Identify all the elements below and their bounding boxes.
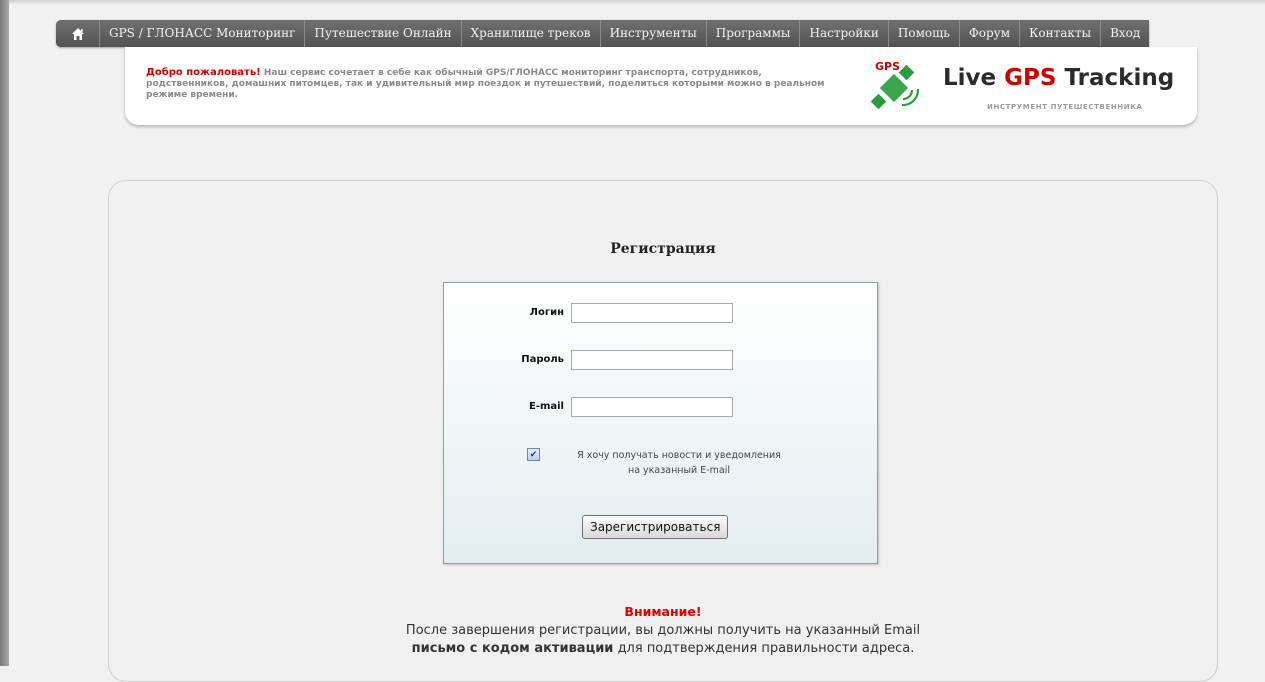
email-label: E-mail (528, 401, 564, 412)
password-input[interactable] (571, 350, 733, 370)
nav-programs[interactable]: Программы (706, 20, 801, 47)
newsletter-label: Я хочу получать новости и уведомления на… (544, 448, 814, 478)
notice-line1: После завершения регистрации, вы должны … (405, 623, 921, 638)
registration-form: Логин Пароль E-mail ✔ Я хочу получать но… (443, 282, 878, 564)
nav-contacts[interactable]: Контакты (1020, 20, 1102, 47)
logo-tracking: Tracking (1064, 65, 1175, 91)
newsletter-label-line1: Я хочу получать новости и уведомления (577, 450, 781, 461)
logo-live: Live (943, 65, 997, 91)
nav-home[interactable] (56, 20, 100, 47)
login-input[interactable] (571, 303, 733, 323)
nav-track-storage[interactable]: Хранилище треков (461, 20, 601, 47)
site-header: Добро пожаловать! Наш сервис сочетает в … (125, 47, 1197, 125)
email-input[interactable] (571, 397, 733, 417)
main-content: Регистрация Логин Пароль E-mail ✔ Я хочу… (108, 180, 1218, 682)
nav-gps-monitoring[interactable]: GPS / ГЛОНАСС Мониторинг (100, 20, 306, 47)
notice-line2: письмо с кодом активации для подтвержден… (109, 640, 1217, 658)
nav-forum[interactable]: Форум (959, 20, 1021, 47)
password-label: Пароль (521, 354, 564, 365)
notice-line2-bold: письмо с кодом активации (411, 641, 614, 656)
newsletter-label-line2: на указанный E-mail (627, 465, 730, 476)
main-nav: GPS / ГЛОНАСС Мониторинг Путешествие Онл… (56, 20, 1150, 47)
nav-settings[interactable]: Настройки (800, 20, 889, 47)
logo-badge-text: GPS (875, 60, 900, 73)
login-label: Логин (529, 307, 564, 318)
welcome-greeting: Добро пожаловать! (146, 67, 261, 78)
checkmark-icon: ✔ (529, 449, 538, 460)
newsletter-checkbox[interactable]: ✔ (527, 448, 540, 461)
logo-gps: GPS (1004, 65, 1057, 91)
nav-login[interactable]: Вход (1101, 20, 1150, 47)
nav-travel-online[interactable]: Путешествие Онлайн (305, 20, 462, 47)
satellite-logo-icon: GPS (870, 60, 920, 110)
register-button[interactable]: Зарегистрироваться (582, 515, 729, 539)
page: GPS / ГЛОНАСС Мониторинг Путешествие Онл… (9, 0, 1265, 682)
top-divider (9, 0, 1265, 5)
window-left-edge (0, 0, 9, 666)
notice-line2-rest: для подтверждения правильности адреса. (617, 641, 915, 656)
site-logo-text[interactable]: Live GPS Tracking (943, 65, 1174, 91)
site-tagline: ИНСТРУМЕНТ ПУТЕШЕСТВЕННИКА (987, 103, 1143, 111)
welcome-message: Добро пожаловать! Наш сервис сочетает в … (146, 67, 846, 101)
page-title: Регистрация (610, 241, 716, 257)
nav-help[interactable]: Помощь (888, 20, 960, 47)
home-icon (71, 27, 84, 40)
nav-tools[interactable]: Инструменты (600, 20, 707, 47)
notice-title: Внимание! (624, 604, 702, 619)
notice-text: После завершения регистрации, вы должны … (109, 622, 1217, 658)
